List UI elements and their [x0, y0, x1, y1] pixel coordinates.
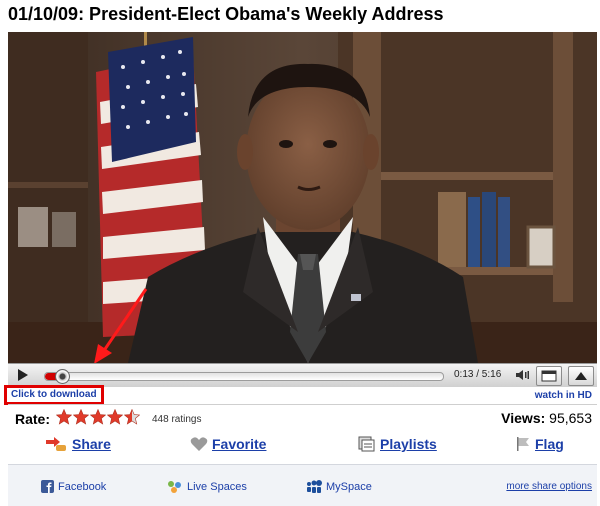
rate-label: Rate:	[15, 411, 51, 427]
watch-in-hd-link[interactable]: watch in HD	[535, 390, 592, 401]
share-button[interactable]: Share	[44, 436, 111, 452]
volume-button[interactable]	[514, 366, 532, 384]
flag-button[interactable]: Flag	[515, 436, 564, 452]
views-value: 95,653	[549, 410, 592, 426]
play-icon	[18, 369, 28, 381]
rating-stars[interactable]	[56, 409, 140, 425]
favorite-button[interactable]: Favorite	[190, 436, 266, 452]
divider	[8, 404, 597, 405]
share-facebook[interactable]: Facebook	[41, 480, 106, 493]
views-label: Views:	[501, 410, 546, 426]
star-icon[interactable]	[90, 409, 106, 425]
facebook-icon	[41, 480, 54, 493]
favorite-label: Favorite	[212, 436, 267, 452]
star-icon[interactable]	[124, 409, 140, 425]
share-sites-bar: Facebook Live Spaces MySpace more share …	[8, 464, 597, 506]
live-spaces-label: Live Spaces	[187, 480, 247, 493]
heart-icon	[190, 437, 208, 451]
share-icon	[46, 437, 66, 451]
share-myspace[interactable]: MySpace	[306, 480, 372, 493]
facebook-label: Facebook	[58, 480, 107, 493]
download-link[interactable]: Click to download	[4, 385, 104, 405]
video-frame[interactable]	[8, 32, 597, 363]
star-icon[interactable]	[107, 409, 123, 425]
video-player[interactable]: 0:13 / 5:16	[8, 32, 597, 387]
ratings-count: 448 ratings	[152, 414, 202, 425]
more-share-options-link[interactable]: more share options	[506, 481, 592, 492]
views-count: Views: 95,653	[501, 410, 592, 426]
play-button[interactable]	[12, 366, 34, 384]
arrow-up-icon	[575, 372, 587, 380]
time-display: 0:13 / 5:16	[454, 369, 502, 380]
share-live-spaces[interactable]: Live Spaces	[167, 480, 247, 493]
player-size-button[interactable]	[536, 366, 562, 386]
seek-handle[interactable]	[55, 369, 71, 384]
flag-icon	[517, 437, 529, 451]
player-controls: 0:13 / 5:16	[8, 363, 597, 387]
window-size-icon	[541, 370, 557, 382]
seek-bar[interactable]	[44, 369, 444, 384]
star-icon[interactable]	[73, 409, 89, 425]
share-label: Share	[72, 436, 111, 452]
fullscreen-button[interactable]	[568, 366, 594, 386]
playlist-icon	[358, 436, 375, 452]
playlists-label: Playlists	[380, 436, 437, 452]
volume-icon	[516, 370, 529, 380]
myspace-label: MySpace	[326, 480, 372, 493]
myspace-icon	[307, 480, 322, 493]
live-spaces-icon	[168, 481, 181, 493]
star-icon[interactable]	[56, 409, 72, 425]
video-title: 01/10/09: President-Elect Obama's Weekly…	[8, 4, 444, 24]
playlists-button[interactable]: Playlists	[358, 436, 437, 452]
flag-label: Flag	[535, 436, 564, 452]
